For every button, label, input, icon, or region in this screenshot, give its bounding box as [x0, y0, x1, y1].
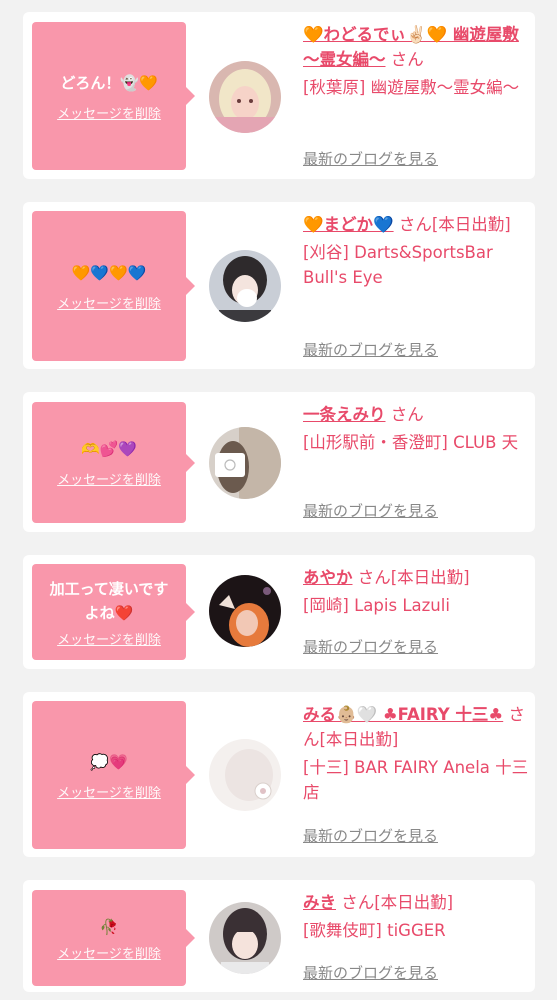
blog-link[interactable]: 最新のブログを見る — [303, 825, 438, 846]
user-info: あやか さん[本日出勤] [岡崎] Lapis Lazuli — [303, 565, 529, 618]
avatar[interactable] — [209, 250, 281, 322]
delete-message-link[interactable]: メッセージを削除 — [57, 469, 161, 488]
delete-message-link[interactable]: メッセージを削除 — [57, 629, 161, 648]
shop-label: [秋葉原] 幽遊屋敷〜霊女編〜 — [303, 78, 520, 97]
blog-link[interactable]: 最新のブログを見る — [303, 962, 438, 983]
avatar[interactable] — [209, 61, 281, 133]
message-bubble: どろん！👻🧡 メッセージを削除 — [32, 22, 195, 170]
message-card: 🥀 メッセージを削除 みき さん[本日出勤] [歌舞伎町] tiGGER 最新の… — [23, 880, 535, 992]
avatar[interactable] — [209, 902, 281, 974]
message-card: 💭💗 メッセージを削除 みる👶🏼🤍 ♣FAIRY 十三♣ さん[本日出勤] [十… — [23, 692, 535, 857]
message-card: どろん！👻🧡 メッセージを削除 🧡わどるでぃ✌🏻🧡 幽遊屋敷 〜霊女編〜 さん … — [23, 12, 535, 179]
blog-link[interactable]: 最新のブログを見る — [303, 500, 438, 521]
delete-message-link[interactable]: メッセージを削除 — [57, 943, 161, 962]
name-suffix: さん[本日出勤] — [341, 893, 454, 912]
avatar[interactable] — [209, 739, 281, 811]
message-bubble: 🥀 メッセージを削除 — [32, 890, 195, 986]
message-card: 🧡💙🧡💙 メッセージを削除 🧡まどか💙 さん[本日出勤] [刈谷] Darts&… — [23, 202, 535, 369]
shop-label: [十三] BAR FAIRY Anela 十三店 — [303, 758, 529, 802]
message-text: 加工って凄いですよね❤️ — [49, 579, 169, 622]
delete-message-link[interactable]: メッセージを削除 — [57, 293, 161, 312]
avatar[interactable] — [209, 427, 281, 499]
user-info: みき さん[本日出勤] [歌舞伎町] tiGGER — [303, 890, 529, 943]
user-name-link[interactable]: 一条えみり — [303, 405, 386, 424]
user-info: みる👶🏼🤍 ♣FAIRY 十三♣ さん[本日出勤] [十三] BAR FAIRY… — [303, 702, 529, 805]
message-bubble: 💭💗 メッセージを削除 — [32, 701, 195, 849]
user-info: 🧡まどか💙 さん[本日出勤] [刈谷] Darts&SportsBar Bull… — [303, 212, 529, 290]
blog-link[interactable]: 最新のブログを見る — [303, 636, 438, 657]
blog-link[interactable]: 最新のブログを見る — [303, 148, 438, 169]
user-info: 🧡わどるでぃ✌🏻🧡 幽遊屋敷 〜霊女編〜 さん [秋葉原] 幽遊屋敷〜霊女編〜 — [303, 22, 529, 100]
delete-message-link[interactable]: メッセージを削除 — [57, 103, 161, 122]
user-name-link[interactable]: 🧡まどか💙 — [303, 215, 394, 234]
name-suffix: さん[本日出勤] — [398, 215, 511, 234]
shop-label: [山形駅前・香澄町] CLUB 天 — [303, 433, 519, 452]
message-bubble: 🫶💕💜 メッセージを削除 — [32, 402, 195, 523]
message-text: 🧡💙🧡💙 — [71, 263, 147, 282]
message-card: 🫶💕💜 メッセージを削除 一条えみり さん [山形駅前・香澄町] CLUB 天 … — [23, 392, 535, 532]
message-bubble: 加工って凄いですよね❤️ メッセージを削除 — [32, 564, 195, 660]
name-suffix: さん[本日出勤] — [357, 568, 470, 587]
message-card: 加工って凄いですよね❤️ メッセージを削除 あやか さん[本日出勤] [岡崎] … — [23, 555, 535, 669]
user-name-link[interactable]: みる👶🏼🤍 ♣FAIRY 十三♣ — [303, 705, 503, 724]
user-info: 一条えみり さん [山形駅前・香澄町] CLUB 天 — [303, 402, 529, 455]
user-name-link[interactable]: あやか — [303, 568, 353, 587]
shop-label: [歌舞伎町] tiGGER — [303, 921, 446, 940]
message-text: 🫶💕💜 — [80, 440, 138, 458]
delete-message-link[interactable]: メッセージを削除 — [57, 782, 161, 801]
message-text: 🥀 — [99, 917, 119, 936]
message-bubble: 🧡💙🧡💙 メッセージを削除 — [32, 211, 195, 361]
shop-label: [岡崎] Lapis Lazuli — [303, 596, 450, 615]
message-text: どろん！👻🧡 — [60, 73, 158, 92]
avatar[interactable] — [209, 575, 281, 647]
message-text: 💭💗 — [90, 752, 128, 771]
name-suffix: さん — [390, 50, 424, 69]
blog-link[interactable]: 最新のブログを見る — [303, 339, 438, 360]
name-suffix: さん — [390, 405, 424, 424]
shop-label: [刈谷] Darts&SportsBar Bull's Eye — [303, 243, 493, 287]
user-name-link[interactable]: みき — [303, 893, 336, 912]
